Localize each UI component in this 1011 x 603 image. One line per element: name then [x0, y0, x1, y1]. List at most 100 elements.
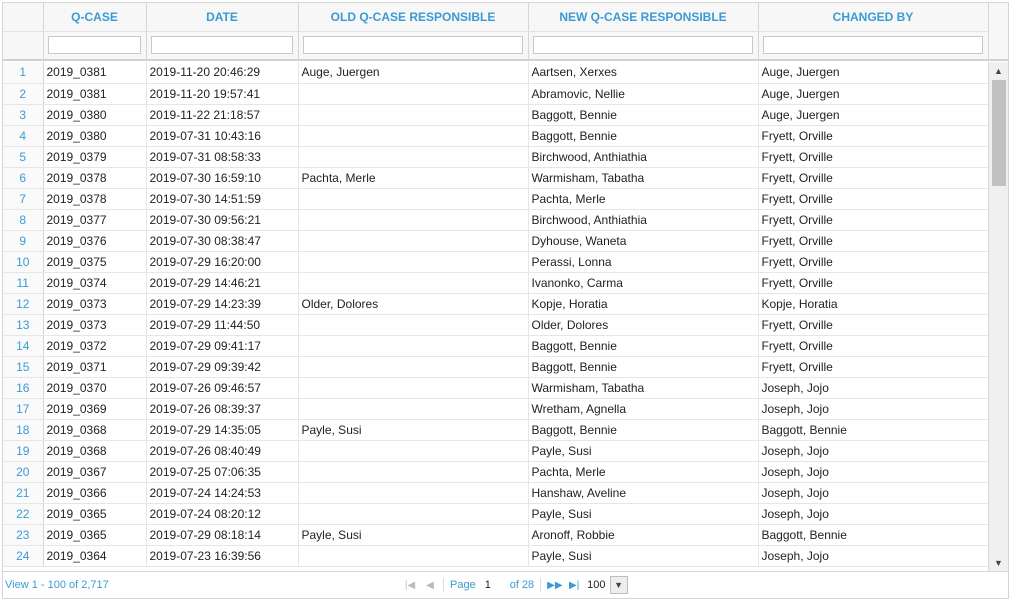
scroll-up-icon[interactable]: ▲ [989, 63, 1008, 79]
filter-input-changed-by[interactable] [762, 36, 983, 55]
cell-changed-by[interactable]: Fryett, Orville [758, 251, 988, 273]
cell-changed-by[interactable]: Baggott, Bennie [758, 524, 988, 546]
cell-date[interactable]: 2019-07-23 16:39:56 [146, 545, 299, 567]
column-header-old-responsible[interactable]: OLD Q-CASE RESPONSIBLE [298, 3, 529, 32]
cell-date[interactable]: 2019-07-29 16:20:00 [146, 251, 299, 273]
column-header-q-case[interactable]: Q-CASE [43, 3, 147, 32]
cell-old-responsible[interactable] [298, 272, 529, 294]
cell-new-responsible[interactable]: Baggott, Bennie [528, 125, 759, 147]
cell-old-responsible[interactable]: Pachta, Merle [298, 167, 529, 189]
cell-q-case[interactable]: 2019_0368 [43, 440, 147, 462]
table-row[interactable]: 14 2019_0372 2019-07-29 09:41:17 Baggott, B… [3, 335, 988, 357]
cell-date[interactable]: 2019-11-20 19:57:41 [146, 83, 299, 105]
cell-changed-by[interactable]: Auge, Juergen [758, 62, 988, 84]
next-page-icon[interactable]: ▶▶ [547, 580, 562, 591]
filter-input-q-case[interactable] [47, 36, 141, 55]
cell-date[interactable]: 2019-07-29 14:46:21 [146, 272, 299, 294]
cell-date[interactable]: 2019-07-29 14:35:05 [146, 419, 299, 441]
cell-new-responsible[interactable]: Payle, Susi [528, 440, 759, 462]
cell-new-responsible[interactable]: Payle, Susi [528, 545, 759, 567]
cell-changed-by[interactable]: Fryett, Orville [758, 356, 988, 378]
cell-new-responsible[interactable]: Older, Dolores [528, 314, 759, 336]
cell-new-responsible[interactable]: Payle, Susi [528, 503, 759, 525]
first-page-icon[interactable]: |◀ [403, 580, 417, 591]
cell-changed-by[interactable]: Joseph, Jojo [758, 440, 988, 462]
cell-q-case[interactable]: 2019_0365 [43, 524, 147, 546]
cell-changed-by[interactable]: Joseph, Jojo [758, 482, 988, 504]
row-number-cell[interactable]: 20 [3, 461, 44, 483]
row-number-cell[interactable]: 12 [3, 293, 44, 315]
cell-changed-by[interactable]: Auge, Juergen [758, 83, 988, 105]
cell-changed-by[interactable]: Fryett, Orville [758, 314, 988, 336]
scrollbar-thumb[interactable] [992, 80, 1006, 186]
cell-date[interactable]: 2019-07-30 09:56:21 [146, 209, 299, 231]
cell-changed-by[interactable]: Joseph, Jojo [758, 398, 988, 420]
cell-date[interactable]: 2019-07-26 09:46:57 [146, 377, 299, 399]
table-row[interactable]: 8 2019_0377 2019-07-30 09:56:21 Birchwood, … [3, 209, 988, 231]
cell-new-responsible[interactable]: Pachta, Merle [528, 188, 759, 210]
cell-changed-by[interactable]: Fryett, Orville [758, 209, 988, 231]
cell-q-case[interactable]: 2019_0368 [43, 419, 147, 441]
cell-new-responsible[interactable]: Birchwood, Anthiathia [528, 209, 759, 231]
cell-date[interactable]: 2019-07-30 14:51:59 [146, 188, 299, 210]
cell-q-case[interactable]: 2019_0377 [43, 209, 147, 231]
row-number-cell[interactable]: 5 [3, 146, 44, 168]
cell-date[interactable]: 2019-07-31 08:58:33 [146, 146, 299, 168]
row-number-cell[interactable]: 11 [3, 272, 44, 294]
cell-new-responsible[interactable]: Baggott, Bennie [528, 104, 759, 126]
row-number-cell[interactable]: 18 [3, 419, 44, 441]
table-row[interactable]: 5 2019_0379 2019-07-31 08:58:33 Birchwood, … [3, 146, 988, 168]
cell-q-case[interactable]: 2019_0375 [43, 251, 147, 273]
table-row[interactable]: 13 2019_0373 2019-07-29 11:44:50 Older, Dol… [3, 314, 988, 336]
cell-old-responsible[interactable] [298, 356, 529, 378]
cell-q-case[interactable]: 2019_0378 [43, 188, 147, 210]
cell-changed-by[interactable]: Joseph, Jojo [758, 461, 988, 483]
cell-changed-by[interactable]: Fryett, Orville [758, 335, 988, 357]
cell-date[interactable]: 2019-07-29 09:41:17 [146, 335, 299, 357]
cell-q-case[interactable]: 2019_0367 [43, 461, 147, 483]
cell-new-responsible[interactable]: Hanshaw, Aveline [528, 482, 759, 504]
table-row[interactable]: 9 2019_0376 2019-07-30 08:38:47 Dyhouse, Wa… [3, 230, 988, 252]
cell-new-responsible[interactable]: Baggott, Bennie [528, 419, 759, 441]
row-number-cell[interactable]: 2 [3, 83, 44, 105]
cell-date[interactable]: 2019-07-31 10:43:16 [146, 125, 299, 147]
cell-q-case[interactable]: 2019_0369 [43, 398, 147, 420]
table-row[interactable]: 12 2019_0373 2019-07-29 14:23:39 Older, Dol… [3, 293, 988, 315]
cell-date[interactable]: 2019-07-29 08:18:14 [146, 524, 299, 546]
cell-changed-by[interactable]: Baggott, Bennie [758, 419, 988, 441]
cell-old-responsible[interactable]: Payle, Susi [298, 419, 529, 441]
cell-date[interactable]: 2019-07-26 08:40:49 [146, 440, 299, 462]
cell-old-responsible[interactable]: Payle, Susi [298, 524, 529, 546]
column-header-date[interactable]: DATE [146, 3, 299, 32]
cell-new-responsible[interactable]: Aartsen, Xerxes [528, 62, 759, 84]
cell-changed-by[interactable]: Fryett, Orville [758, 146, 988, 168]
cell-date[interactable]: 2019-07-26 08:39:37 [146, 398, 299, 420]
cell-changed-by[interactable]: Fryett, Orville [758, 188, 988, 210]
row-number-cell[interactable]: 8 [3, 209, 44, 231]
page-number-input[interactable] [481, 577, 504, 593]
cell-new-responsible[interactable]: Perassi, Lonna [528, 251, 759, 273]
cell-q-case[interactable]: 2019_0364 [43, 545, 147, 567]
row-number-cell[interactable]: 22 [3, 503, 44, 525]
cell-old-responsible[interactable] [298, 125, 529, 147]
cell-changed-by[interactable]: Joseph, Jojo [758, 377, 988, 399]
cell-old-responsible[interactable] [298, 230, 529, 252]
cell-q-case[interactable]: 2019_0374 [43, 272, 147, 294]
cell-old-responsible[interactable] [298, 545, 529, 567]
table-row[interactable]: 21 2019_0366 2019-07-24 14:24:53 Hanshaw, A… [3, 482, 988, 504]
table-row[interactable]: 10 2019_0375 2019-07-29 16:20:00 Perassi, L… [3, 251, 988, 273]
row-number-cell[interactable]: 17 [3, 398, 44, 420]
cell-old-responsible[interactable] [298, 104, 529, 126]
cell-date[interactable]: 2019-07-24 14:24:53 [146, 482, 299, 504]
cell-changed-by[interactable]: Kopje, Horatia [758, 293, 988, 315]
table-row[interactable]: 19 2019_0368 2019-07-26 08:40:49 Payle, Sus… [3, 440, 988, 462]
cell-q-case[interactable]: 2019_0372 [43, 335, 147, 357]
row-number-cell[interactable]: 15 [3, 356, 44, 378]
cell-changed-by[interactable]: Fryett, Orville [758, 125, 988, 147]
table-row[interactable]: 4 2019_0380 2019-07-31 10:43:16 Baggott, Be… [3, 125, 988, 147]
cell-q-case[interactable]: 2019_0379 [43, 146, 147, 168]
table-row[interactable]: 24 2019_0364 2019-07-23 16:39:56 Payle, Sus… [3, 545, 988, 567]
cell-q-case[interactable]: 2019_0381 [43, 83, 147, 105]
cell-changed-by[interactable]: Joseph, Jojo [758, 503, 988, 525]
table-row[interactable]: 22 2019_0365 2019-07-24 08:20:12 Payle, Sus… [3, 503, 988, 525]
